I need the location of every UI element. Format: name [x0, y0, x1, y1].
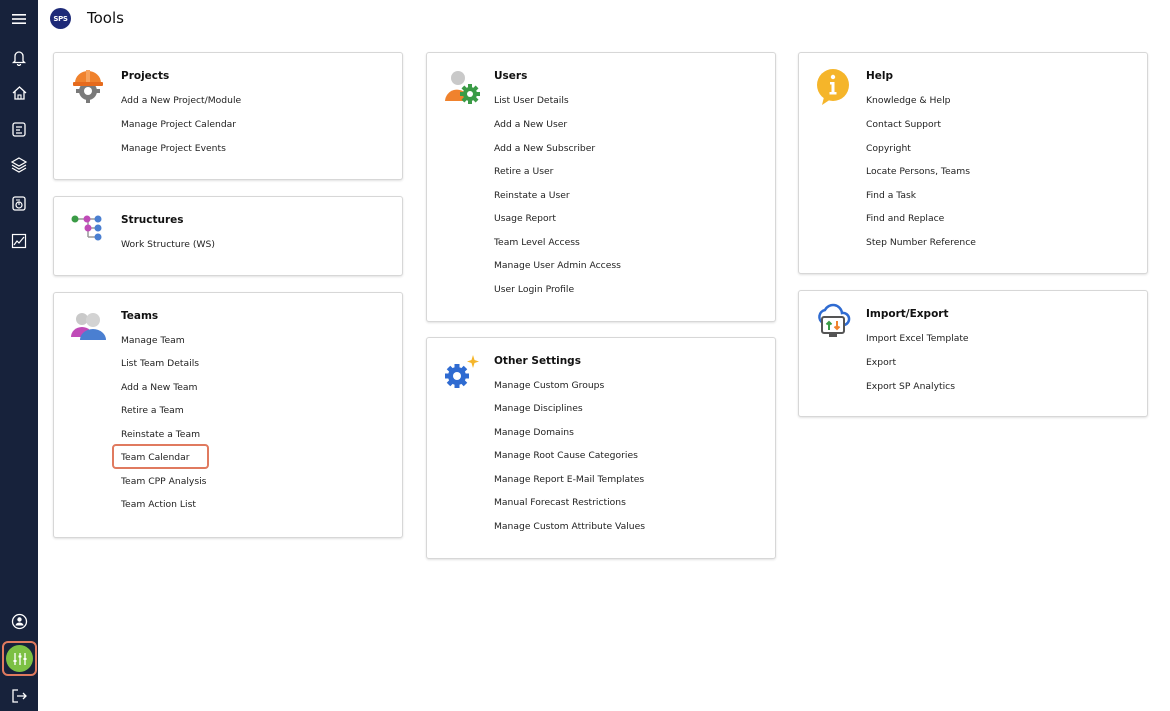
analytics-icon[interactable]	[7, 229, 31, 253]
tools-button[interactable]	[2, 641, 37, 676]
menu-icon[interactable]	[7, 7, 31, 31]
link-manage-domains[interactable]: Manage Domains	[494, 427, 574, 438]
link-copyright[interactable]: Copyright	[866, 143, 911, 154]
cloud-transfer-icon	[813, 303, 853, 343]
tree-structure-icon	[68, 207, 108, 247]
link-manage-report-email-templates[interactable]: Manage Report E-Mail Templates	[494, 474, 644, 485]
structures-title: Structures	[121, 214, 184, 226]
link-contact-support[interactable]: Contact Support	[866, 119, 941, 130]
link-usage-report[interactable]: Usage Report	[494, 213, 556, 224]
link-reinstate-user[interactable]: Reinstate a User	[494, 190, 570, 201]
report-icon[interactable]	[7, 191, 31, 215]
link-manual-forecast-restrictions[interactable]: Manual Forecast Restrictions	[494, 497, 626, 508]
projects-title: Projects	[121, 70, 170, 82]
link-team-calendar[interactable]: Team Calendar	[121, 452, 190, 463]
link-add-new-subscriber[interactable]: Add a New Subscriber	[494, 143, 595, 154]
other-settings-card: Other Settings Manage Custom Groups Mana…	[426, 337, 776, 559]
link-step-number-reference[interactable]: Step Number Reference	[866, 237, 976, 248]
link-work-structure[interactable]: Work Structure (WS)	[121, 239, 215, 250]
link-user-login-profile[interactable]: User Login Profile	[494, 284, 574, 295]
link-add-project[interactable]: Add a New Project/Module	[121, 95, 241, 106]
link-manage-user-admin-access[interactable]: Manage User Admin Access	[494, 260, 621, 271]
users-card: Users List User Details Add a New User A…	[426, 52, 776, 322]
link-find-and-replace[interactable]: Find and Replace	[866, 213, 944, 224]
link-manage-project-events[interactable]: Manage Project Events	[121, 143, 226, 154]
sps-logo: SPS	[50, 8, 71, 29]
home-icon[interactable]	[7, 81, 31, 105]
projects-card: Projects Add a New Project/Module Manage…	[53, 52, 403, 180]
link-add-new-team[interactable]: Add a New Team	[121, 382, 198, 393]
user-settings-icon	[441, 65, 481, 105]
teams-title: Teams	[121, 310, 159, 322]
sidebar	[0, 0, 38, 711]
other-settings-title: Other Settings	[494, 355, 581, 367]
link-find-task[interactable]: Find a Task	[866, 190, 916, 201]
info-bubble-icon	[813, 67, 853, 107]
teams-card: Teams Manage Team List Team Details Add …	[53, 292, 403, 538]
document-icon[interactable]	[7, 117, 31, 141]
help-card: Help Knowledge & Help Contact Support Co…	[798, 52, 1148, 274]
link-manage-root-cause-categories[interactable]: Manage Root Cause Categories	[494, 450, 638, 461]
bell-icon[interactable]	[7, 45, 31, 69]
link-reinstate-team[interactable]: Reinstate a Team	[121, 429, 200, 440]
hardhat-gear-icon	[68, 65, 108, 105]
link-manage-team[interactable]: Manage Team	[121, 335, 185, 346]
user-icon[interactable]	[7, 609, 31, 633]
link-export-sp-analytics[interactable]: Export SP Analytics	[866, 381, 955, 392]
link-import-excel-template[interactable]: Import Excel Template	[866, 333, 969, 344]
link-knowledge-help[interactable]: Knowledge & Help	[866, 95, 950, 106]
import-export-card: Import/Export Import Excel Template Expo…	[798, 290, 1148, 417]
link-manage-custom-attribute-values[interactable]: Manage Custom Attribute Values	[494, 521, 645, 532]
link-retire-user[interactable]: Retire a User	[494, 166, 553, 177]
structures-card: Structures Work Structure (WS)	[53, 196, 403, 276]
help-title: Help	[866, 70, 894, 82]
link-export[interactable]: Export	[866, 357, 896, 368]
import-export-title: Import/Export	[866, 308, 949, 320]
team-people-icon	[68, 305, 108, 345]
page-title: Tools	[87, 9, 124, 27]
link-locate-persons-teams[interactable]: Locate Persons, Teams	[866, 166, 970, 177]
link-list-user-details[interactable]: List User Details	[494, 95, 569, 106]
tools-icon	[6, 645, 33, 672]
link-team-level-access[interactable]: Team Level Access	[494, 237, 580, 248]
gear-sparkle-icon	[441, 352, 481, 392]
users-title: Users	[494, 70, 528, 82]
link-retire-team[interactable]: Retire a Team	[121, 405, 184, 416]
link-manage-project-calendar[interactable]: Manage Project Calendar	[121, 119, 236, 130]
link-team-cpp-analysis[interactable]: Team CPP Analysis	[121, 476, 206, 487]
layers-icon[interactable]	[7, 153, 31, 177]
link-manage-custom-groups[interactable]: Manage Custom Groups	[494, 380, 604, 391]
link-list-team-details[interactable]: List Team Details	[121, 358, 199, 369]
logout-icon[interactable]	[7, 684, 31, 708]
link-team-action-list[interactable]: Team Action List	[121, 499, 196, 510]
link-manage-disciplines[interactable]: Manage Disciplines	[494, 403, 583, 414]
link-add-new-user[interactable]: Add a New User	[494, 119, 567, 130]
